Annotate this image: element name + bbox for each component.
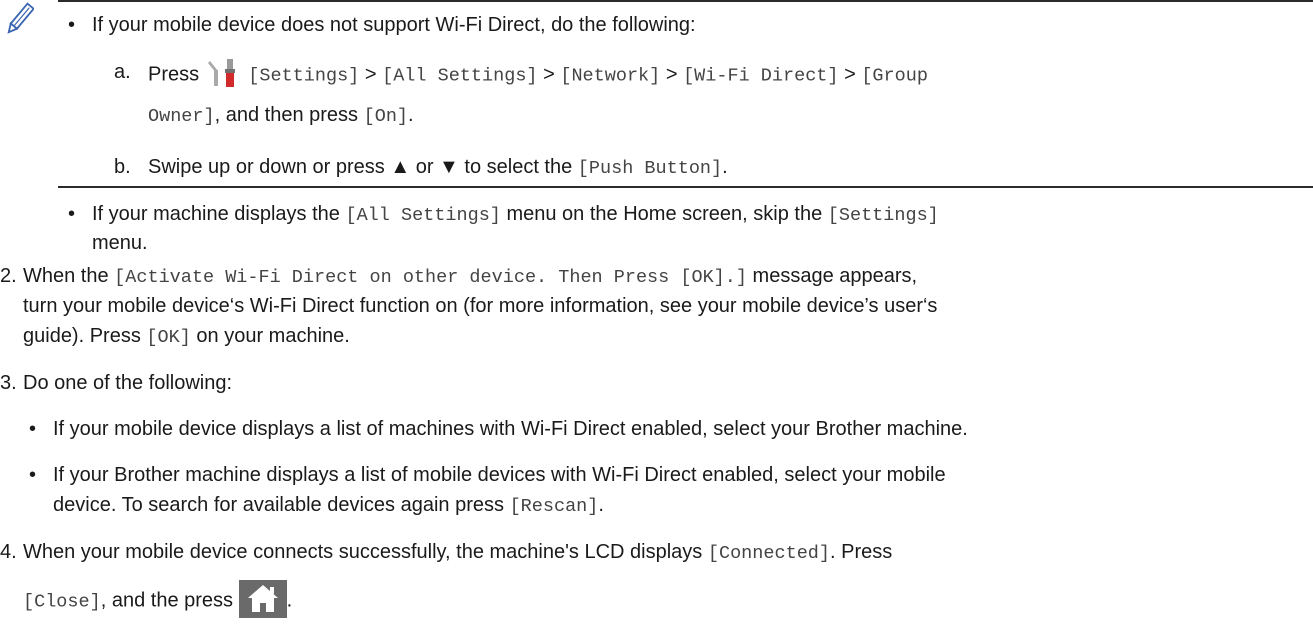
close-ref: [Close] [23,591,101,613]
bullet-marker: • [68,14,76,36]
group-ref: [Group [861,65,928,87]
step-a-line-1: Press [Settings] > [All Settings] > [Net… [148,56,928,92]
push-button-ref: [Push Button] [577,158,723,179]
on-ref: [On] [363,106,409,127]
step-3-bullet-b-line-2: device. To search for available devices … [53,494,604,517]
step-2-line-1: When the [Activate Wi-Fi Direct on other… [23,265,917,288]
ok-ref: [OK] [146,327,191,348]
note-bullet-2-text: If your machine displays the [92,203,340,225]
step-3-number: 3. [0,372,17,394]
period: . [722,156,728,178]
note-bottom-rule [58,186,1313,188]
note-bullet-2-line-1: If your machine displays the [All Settin… [92,203,939,226]
step-b-marker: b. [114,156,131,178]
settings-ref: [Settings] [248,65,360,87]
period: . [598,494,604,516]
step-3-bullet-a: If your mobile device displays a list of… [53,418,968,440]
step-4-text: When your mobile device connects success… [23,541,703,563]
step-4-line-1: When your mobile device connects success… [23,541,892,564]
step-4-number: 4. [0,541,17,563]
step-2-text: message appears, [752,265,918,287]
period: . [408,104,414,126]
step-b-line: Swipe up or down or press ▲ or ▼ to sele… [148,156,728,179]
settings-ref: [Settings] [827,205,939,226]
step-4-line-2: [Close], and the press . [23,580,293,620]
settings-tools-icon [204,56,243,90]
press-text: Press [148,63,200,86]
note-bullet-1-text: If your mobile device does not support W… [92,14,696,36]
all-settings-ref: [All Settings] [382,65,538,87]
note-bullet-1: If your mobile device does not support W… [92,14,696,37]
activate-message-ref: [Activate Wi-Fi Direct on other device. … [114,267,747,288]
and-then-text: , and then press [214,104,359,126]
step-3-bullet-b-line-1: If your Brother machine displays a list … [53,464,946,486]
step-2-text: When the [23,265,109,287]
step-2-line-3: guide). Press [OK] on your machine. [23,325,350,348]
owner-ref: Owner] [148,106,215,127]
network-ref: [Network] [560,65,661,87]
sep: > [543,63,555,86]
step-4-text: . Press [830,541,893,563]
sep: > [844,63,856,86]
all-settings-ref: [All Settings] [345,205,501,226]
note-bullet-2-line-2: menu. [92,232,148,254]
wifi-direct-ref: [Wi-Fi Direct] [683,65,839,87]
pencil-icon [7,2,34,34]
connected-ref: [Connected] [707,543,830,564]
step-2-line-2: turn your mobile device‘s Wi-Fi Direct f… [23,295,938,317]
sep: > [665,63,678,86]
step-2-text: guide). Press [23,325,141,347]
bullet-marker: • [29,418,37,440]
step-2-number: 2. [0,265,17,287]
home-icon [238,580,287,618]
step-a-marker: a. [114,61,131,83]
step-a-line-2: Owner], and then press [On]. [148,104,414,127]
period: . [286,589,293,612]
note-bullet-2-text: menu on the Home screen, skip the [506,203,823,225]
step-3-bullet-b-text: device. To search for available devices … [53,494,504,516]
step-3-text: Do one of the following: [23,372,233,394]
step-4-text: , and the press [100,589,234,612]
step-b-text: Swipe up or down or press ▲ or ▼ to sele… [148,156,573,178]
bullet-marker: • [68,203,76,225]
bullet-marker: • [29,464,37,486]
sep: > [364,63,377,86]
step-2-text: on your machine. [196,325,350,347]
rescan-ref: [Rescan] [509,496,599,517]
note-top-rule [58,0,1313,2]
